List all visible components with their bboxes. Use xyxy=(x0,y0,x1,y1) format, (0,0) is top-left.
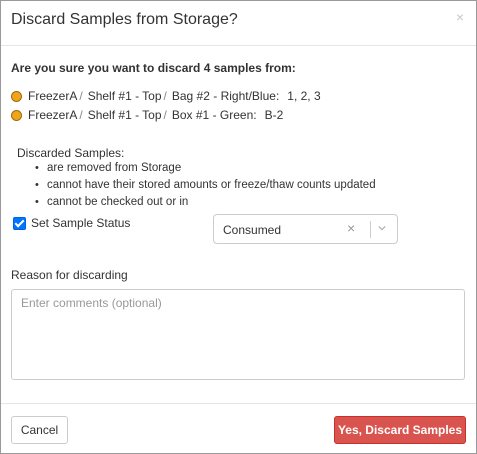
location-status-icon xyxy=(11,109,22,121)
close-icon[interactable]: × xyxy=(456,9,464,25)
location-container: Box #1 - Green: xyxy=(171,108,257,122)
cancel-button[interactable]: Cancel xyxy=(11,416,68,444)
discarded-samples-list: • are removed from Storage • cannot have t… xyxy=(35,160,376,211)
discard-samples-button[interactable]: Yes, Discard Samples xyxy=(334,416,466,444)
confirm-question: Are you sure you want to discard 4 sampl… xyxy=(11,61,296,75)
location-container: Bag #2 - Right/Blue: xyxy=(171,89,280,103)
bullet-icon: • xyxy=(35,162,39,174)
location-row: FreezerA / Shelf #1 - Top / Box #1 - Gre… xyxy=(11,107,283,123)
reason-textarea[interactable]: Enter comments (optional) xyxy=(11,289,465,380)
dialog-header: Discard Samples from Storage? × xyxy=(1,1,476,46)
dialog-body: Are you sure you want to discard 4 sampl… xyxy=(1,46,476,403)
set-status-row: Set Sample Status xyxy=(13,216,130,230)
location-shelf: Shelf #1 - Top xyxy=(87,108,162,122)
location-status-icon xyxy=(11,90,22,102)
set-status-label[interactable]: Set Sample Status xyxy=(31,216,130,230)
list-item: • are removed from Storage xyxy=(35,160,376,177)
set-status-checkbox[interactable] xyxy=(13,216,26,230)
path-separator: / xyxy=(79,89,83,103)
dialog-footer: Cancel Yes, Discard Samples xyxy=(1,403,476,454)
bullet-icon: • xyxy=(35,179,39,191)
select-divider xyxy=(370,221,371,238)
location-positions: B-2 xyxy=(264,108,284,122)
location-row: FreezerA / Shelf #1 - Top / Bag #2 - Rig… xyxy=(11,88,321,104)
reason-label: Reason for discarding xyxy=(11,268,128,282)
location-freezer: FreezerA xyxy=(28,108,78,122)
discard-dialog: Discard Samples from Storage? × Are you … xyxy=(0,0,477,454)
discarded-samples-title: Discarded Samples: xyxy=(17,146,125,160)
bullet-icon: • xyxy=(35,196,39,208)
list-item-text: are removed from Storage xyxy=(47,162,182,174)
dialog-title: Discard Samples from Storage? xyxy=(11,11,238,28)
path-separator: / xyxy=(163,89,167,103)
clear-icon[interactable]: × xyxy=(347,220,355,236)
list-item: • cannot be checked out or in xyxy=(35,194,376,211)
list-item-text: cannot have their stored amounts or free… xyxy=(47,179,376,191)
location-freezer: FreezerA xyxy=(28,89,78,103)
list-item-text: cannot be checked out or in xyxy=(47,196,189,208)
sample-status-select[interactable]: Consumed × xyxy=(213,214,398,244)
location-shelf: Shelf #1 - Top xyxy=(87,89,162,103)
location-positions: 1, 2, 3 xyxy=(287,89,321,103)
select-value: Consumed xyxy=(223,223,282,237)
path-separator: / xyxy=(163,108,167,122)
path-separator: / xyxy=(79,108,83,122)
list-item: • cannot have their stored amounts or fre… xyxy=(35,177,376,194)
chevron-down-icon[interactable] xyxy=(378,224,386,232)
